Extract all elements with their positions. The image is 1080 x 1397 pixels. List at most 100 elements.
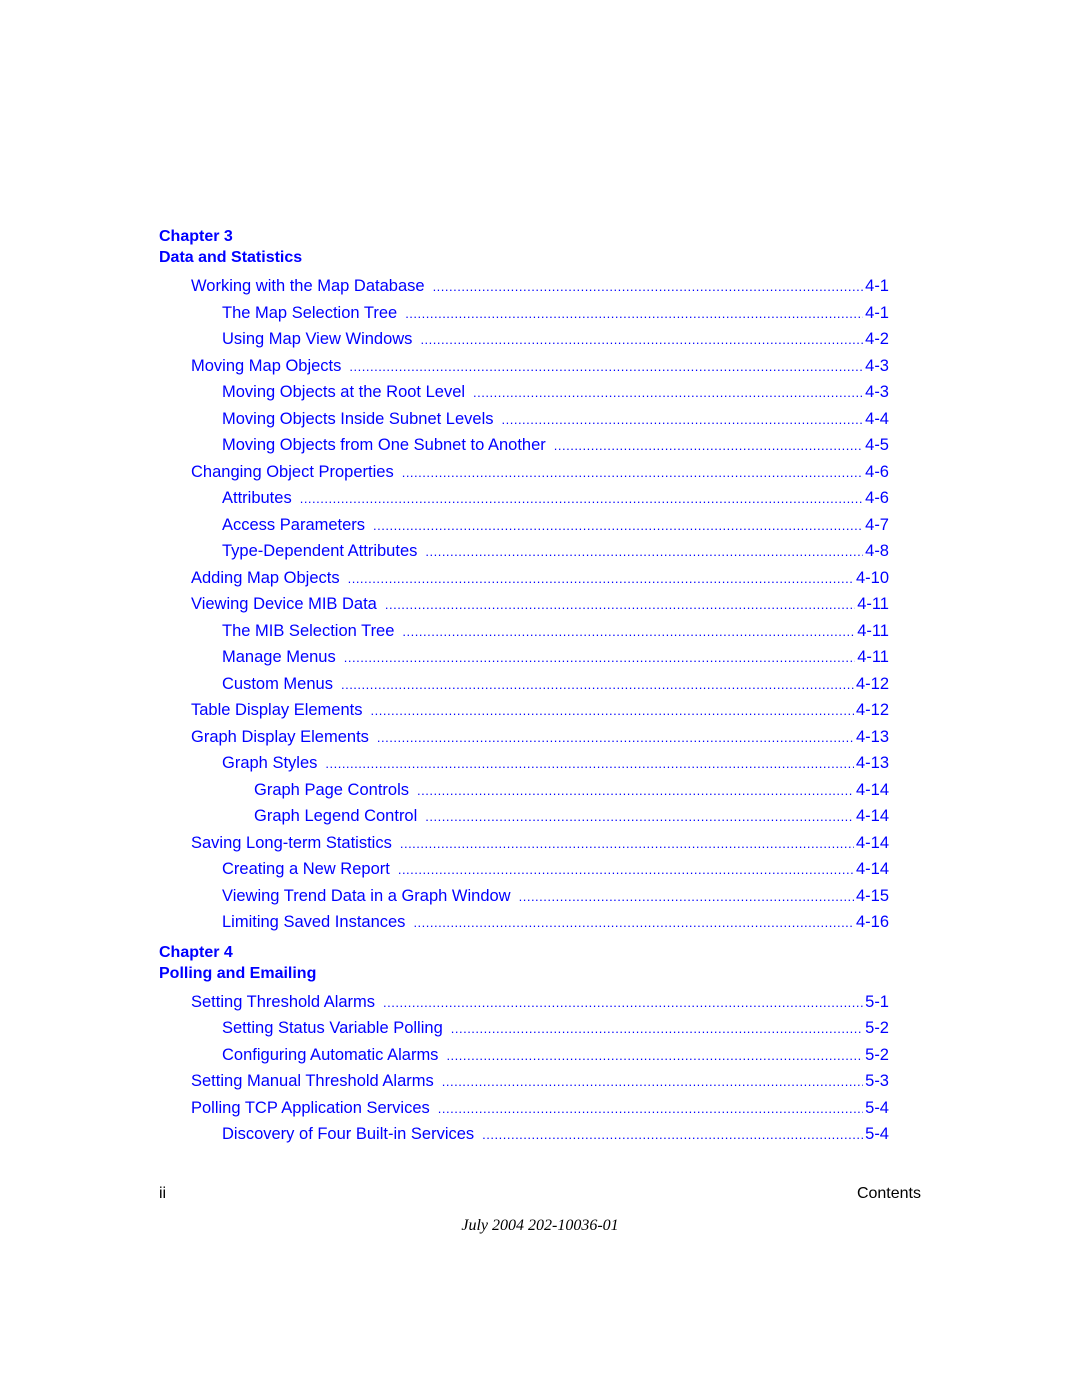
toc-entry[interactable]: Configuring Automatic Alarms 5-2: [159, 1042, 889, 1069]
toc-entry[interactable]: Polling TCP Application Services 5-4: [159, 1095, 889, 1122]
toc-entry-title[interactable]: Graph Legend Control: [254, 803, 425, 830]
toc-entry-title[interactable]: Graph Styles: [222, 750, 325, 777]
chapter-title[interactable]: Polling and Emailing: [159, 963, 889, 984]
toc-entry[interactable]: Custom Menus 4-12: [159, 671, 889, 698]
toc-entry[interactable]: Graph Page Controls 4-14: [159, 777, 889, 804]
toc-entry[interactable]: Changing Object Properties 4-6: [159, 459, 889, 486]
toc-entry[interactable]: Saving Long-term Statistics 4-14: [159, 830, 889, 857]
toc-entry-page[interactable]: 5-1: [863, 989, 889, 1016]
toc-entry-title[interactable]: Type-Dependent Attributes: [222, 538, 425, 565]
toc-entry-page[interactable]: 4-6: [863, 459, 889, 486]
toc-entry[interactable]: Setting Threshold Alarms 5-1: [159, 989, 889, 1016]
toc-entry-title[interactable]: Graph Display Elements: [191, 724, 377, 751]
toc-entry[interactable]: The MIB Selection Tree 4-11: [159, 618, 889, 645]
toc-entry-page[interactable]: 4-14: [854, 777, 889, 804]
toc-entry-title[interactable]: Custom Menus: [222, 671, 341, 698]
toc-entry-page[interactable]: 4-8: [863, 538, 889, 565]
toc-entry-page[interactable]: 4-11: [855, 618, 889, 645]
toc-entry[interactable]: Graph Display Elements 4-13: [159, 724, 889, 751]
toc-entry-title[interactable]: Creating a New Report: [222, 856, 398, 883]
toc-entry-title[interactable]: Discovery of Four Built-in Services: [222, 1121, 482, 1148]
toc-entry-title[interactable]: Graph Page Controls: [254, 777, 417, 804]
toc-entry-page[interactable]: 4-13: [854, 750, 889, 777]
toc-entry-page[interactable]: 5-2: [863, 1042, 889, 1069]
toc-entry[interactable]: Access Parameters 4-7: [159, 512, 889, 539]
chapter-title[interactable]: Data and Statistics: [159, 247, 889, 268]
toc-entry-page[interactable]: 4-5: [863, 432, 889, 459]
toc-entry-page[interactable]: 4-6: [863, 485, 889, 512]
toc-entry-title[interactable]: The MIB Selection Tree: [222, 618, 402, 645]
toc-entry-page[interactable]: 4-12: [854, 697, 889, 724]
toc-entry-page[interactable]: 4-12: [854, 671, 889, 698]
chapter-label[interactable]: Chapter 3: [159, 226, 889, 247]
toc-entry[interactable]: Moving Objects from One Subnet to Anothe…: [159, 432, 889, 459]
toc-entry[interactable]: Setting Status Variable Polling 5-2: [159, 1015, 889, 1042]
toc-entry-page[interactable]: 5-4: [863, 1095, 889, 1122]
toc-entry-page[interactable]: 4-14: [854, 803, 889, 830]
toc-entry-title[interactable]: Manage Menus: [222, 644, 344, 671]
toc-entry[interactable]: Adding Map Objects 4-10: [159, 565, 889, 592]
toc-entry[interactable]: Moving Objects at the Root Level 4-3: [159, 379, 889, 406]
toc-entry-title[interactable]: Adding Map Objects: [191, 565, 348, 592]
toc-entry-title[interactable]: Access Parameters: [222, 512, 373, 539]
dot-leader: [341, 672, 854, 699]
toc-entry[interactable]: Viewing Trend Data in a Graph Window 4-15: [159, 883, 889, 910]
toc-entry-title[interactable]: Working with the Map Database: [191, 273, 433, 300]
toc-entry-title[interactable]: Viewing Trend Data in a Graph Window: [222, 883, 519, 910]
toc-entry[interactable]: Moving Objects Inside Subnet Levels 4-4: [159, 406, 889, 433]
toc-entry[interactable]: Table Display Elements 4-12: [159, 697, 889, 724]
toc-entry[interactable]: Limiting Saved Instances 4-16: [159, 909, 889, 936]
toc-entry[interactable]: Type-Dependent Attributes 4-8: [159, 538, 889, 565]
toc-entry-page[interactable]: 5-3: [863, 1068, 889, 1095]
toc-entry[interactable]: The Map Selection Tree 4-1: [159, 300, 889, 327]
toc-entry[interactable]: Manage Menus 4-11: [159, 644, 889, 671]
toc-entry-title[interactable]: Configuring Automatic Alarms: [222, 1042, 446, 1069]
toc-entry-page[interactable]: 4-11: [855, 591, 889, 618]
toc-entry-page[interactable]: 4-15: [854, 883, 889, 910]
dot-leader: [519, 884, 854, 911]
toc-entry-page[interactable]: 5-2: [863, 1015, 889, 1042]
toc-entry-title[interactable]: Moving Objects Inside Subnet Levels: [222, 406, 502, 433]
toc-entry-page[interactable]: 4-10: [854, 565, 889, 592]
toc-entry-title[interactable]: Setting Status Variable Polling: [222, 1015, 451, 1042]
toc-entry-title[interactable]: Saving Long-term Statistics: [191, 830, 400, 857]
toc-entry-page[interactable]: 4-3: [863, 379, 889, 406]
toc-entry[interactable]: Attributes 4-6: [159, 485, 889, 512]
toc-entry[interactable]: Graph Styles 4-13: [159, 750, 889, 777]
toc-entry-page[interactable]: 4-1: [863, 300, 889, 327]
toc-entry-page[interactable]: 4-4: [863, 406, 889, 433]
toc-entry-title[interactable]: Changing Object Properties: [191, 459, 402, 486]
toc-entry-page[interactable]: 4-16: [854, 909, 889, 936]
toc-entry[interactable]: Viewing Device MIB Data 4-11: [159, 591, 889, 618]
toc-entry-page[interactable]: 4-14: [854, 830, 889, 857]
toc-entry[interactable]: Creating a New Report 4-14: [159, 856, 889, 883]
toc-entry-title[interactable]: Moving Objects at the Root Level: [222, 379, 473, 406]
toc-entry-title[interactable]: Limiting Saved Instances: [222, 909, 413, 936]
toc-entry-page[interactable]: 4-7: [863, 512, 889, 539]
toc-entry-page[interactable]: 4-3: [863, 353, 889, 380]
toc-entry-title[interactable]: Attributes: [222, 485, 300, 512]
toc-entry[interactable]: Setting Manual Threshold Alarms 5-3: [159, 1068, 889, 1095]
toc-entry-page[interactable]: 5-4: [863, 1121, 889, 1148]
toc-entry[interactable]: Discovery of Four Built-in Services 5-4: [159, 1121, 889, 1148]
toc-entry-page[interactable]: 4-13: [854, 724, 889, 751]
toc-entry[interactable]: Moving Map Objects 4-3: [159, 353, 889, 380]
toc-entry-title[interactable]: Table Display Elements: [191, 697, 371, 724]
toc-entry-page[interactable]: 4-2: [863, 326, 889, 353]
toc-entry-title[interactable]: Moving Map Objects: [191, 353, 349, 380]
toc-entry-title[interactable]: Polling TCP Application Services: [191, 1095, 438, 1122]
toc-entry[interactable]: Working with the Map Database 4-1: [159, 273, 889, 300]
toc-entry-title[interactable]: Using Map View Windows: [222, 326, 420, 353]
toc-entry[interactable]: Graph Legend Control 4-14: [159, 803, 889, 830]
toc-entry-title[interactable]: Viewing Device MIB Data: [191, 591, 385, 618]
toc-entry-page[interactable]: 4-11: [855, 644, 889, 671]
dot-leader: [446, 1043, 863, 1070]
toc-entry-title[interactable]: Moving Objects from One Subnet to Anothe…: [222, 432, 554, 459]
toc-entry-title[interactable]: The Map Selection Tree: [222, 300, 405, 327]
toc-entry-title[interactable]: Setting Manual Threshold Alarms: [191, 1068, 442, 1095]
toc-entry[interactable]: Using Map View Windows 4-2: [159, 326, 889, 353]
toc-entry-title[interactable]: Setting Threshold Alarms: [191, 989, 383, 1016]
chapter-label[interactable]: Chapter 4: [159, 942, 889, 963]
toc-entry-page[interactable]: 4-1: [863, 273, 889, 300]
toc-entry-page[interactable]: 4-14: [854, 856, 889, 883]
